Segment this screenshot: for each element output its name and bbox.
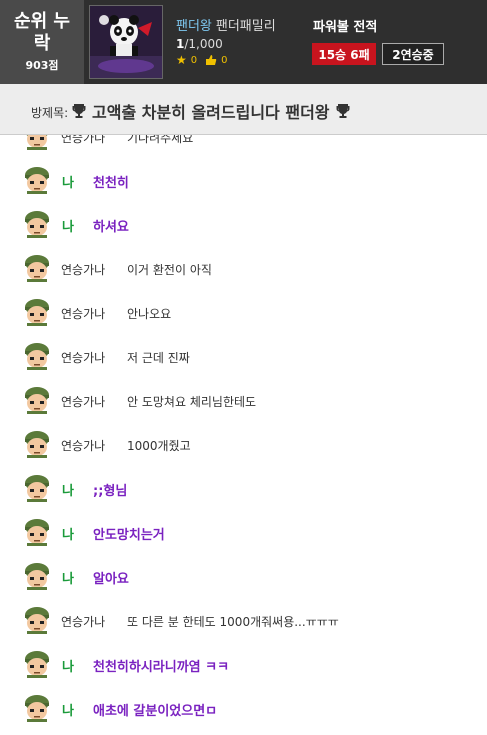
thumbs-up-icon: [206, 55, 217, 65]
room-title: 고액출 차분히 올려드립니다 팬더왕: [72, 99, 350, 123]
message-text: 기다려주세요: [127, 135, 194, 145]
star-count: 0: [190, 54, 198, 66]
message-sender[interactable]: 연승가나: [61, 261, 105, 278]
message-sender[interactable]: 연승가나: [61, 437, 105, 454]
soldier-face-icon[interactable]: [23, 562, 51, 590]
level-progress: 1/1,000: [176, 37, 223, 51]
level-rest: /1,000: [184, 37, 223, 51]
powerball-record-title: 파워볼 전적: [313, 20, 378, 35]
rank-box: 순위 누락 903점: [0, 0, 84, 84]
message-text: 하셔요: [93, 220, 129, 235]
chat-message: 연승가나 안나오요: [0, 298, 487, 328]
message-sender[interactable]: 연승가나: [61, 393, 105, 410]
chat-message: 연승가나 저 근데 진짜: [0, 342, 487, 372]
streak-badge: 2연승중: [382, 43, 444, 65]
chat-message: 나 애초에 갈분이었으면ㅁ: [0, 694, 487, 724]
trophy-icon: [336, 104, 350, 118]
stat-line: ★ 0 0: [176, 53, 228, 67]
rank-label: 순위 누락: [14, 11, 70, 54]
nickname[interactable]: 팬더왕: [176, 19, 212, 34]
soldier-face-icon[interactable]: [23, 430, 51, 458]
chat-message: 나 안도망치는거: [0, 518, 487, 548]
message-sender[interactable]: 나: [62, 524, 74, 543]
soldier-face-icon[interactable]: [23, 210, 51, 238]
chat-message: 연승가나 안 도망쳐요 체리님한테도: [0, 386, 487, 416]
message-sender[interactable]: 연승가나: [61, 349, 105, 366]
chat-message: 나 ;;형님: [0, 474, 487, 504]
message-text: 안 도망쳐요 체리님한테도: [127, 395, 257, 409]
room-title-label: 방제목:: [31, 106, 69, 120]
message-text: 안도망치는거: [93, 528, 165, 543]
chat-message: 연승가나 1000개줬고: [0, 430, 487, 460]
room-title-text: 고액출 차분히 올려드립니다 팬더왕: [92, 103, 330, 122]
soldier-face-icon[interactable]: [23, 474, 51, 502]
soldier-face-icon[interactable]: [23, 650, 51, 678]
soldier-face-icon[interactable]: [23, 298, 51, 326]
chat-message: 연승가나 또 다른 분 한테도 1000개줘써용...ㅠㅠㅠ: [0, 606, 487, 636]
chat-log[interactable]: 연승가나 기다려주세요 나 천천히 나 하셔요 연승가나 이거 환전이 아직 연승가나 안나오요 연…: [0, 135, 487, 735]
message-sender[interactable]: 나: [62, 216, 74, 235]
like-count: 0: [221, 54, 228, 66]
message-text: 저 근데 진짜: [127, 351, 190, 365]
message-text: 또 다른 분 한테도 1000개줘써용...ㅠㅠㅠ: [127, 615, 339, 629]
chat-message: 나 알아요: [0, 562, 487, 592]
user-name[interactable]: 팬더왕 팬더패밀리: [176, 15, 276, 34]
message-text: 애초에 갈분이었으면ㅁ: [93, 704, 218, 719]
message-sender[interactable]: 연승가나: [61, 305, 105, 322]
soldier-face-icon[interactable]: [23, 694, 51, 722]
message-text: 천천히하시라니까염 ㅋㅋ: [93, 660, 230, 675]
soldier-face-icon[interactable]: [23, 342, 51, 370]
message-text: 이거 환전이 아직: [127, 263, 212, 277]
chat-message: 나 천천히하시라니까염 ㅋㅋ: [0, 650, 487, 680]
soldier-face-icon[interactable]: [23, 135, 51, 150]
message-text: 알아요: [93, 572, 129, 587]
panda-avatar-icon: [90, 6, 162, 78]
message-sender[interactable]: 나: [62, 480, 74, 499]
message-sender[interactable]: 나: [62, 700, 74, 719]
profile-avatar[interactable]: [89, 5, 163, 79]
soldier-face-icon[interactable]: [23, 386, 51, 414]
message-sender[interactable]: 나: [62, 568, 74, 587]
soldier-face-icon[interactable]: [23, 254, 51, 282]
trophy-icon: [72, 104, 86, 118]
message-text: 안나오요: [127, 307, 172, 321]
star-icon: ★: [176, 53, 187, 67]
room-title-bar: 방제목: 고액출 차분히 올려드립니다 팬더왕: [0, 84, 487, 135]
chat-message: 나 하셔요: [0, 210, 487, 240]
rank-value: 903점: [25, 59, 59, 72]
win-loss-badge: 15승 6패: [312, 43, 376, 65]
message-text: ;;형님: [93, 484, 128, 499]
soldier-face-icon[interactable]: [23, 518, 51, 546]
chat-message: 연승가나 기다려주세요: [0, 135, 487, 152]
message-sender[interactable]: 연승가나: [61, 613, 105, 630]
message-sender[interactable]: 나: [62, 172, 74, 191]
message-sender[interactable]: 나: [62, 656, 74, 675]
soldier-face-icon[interactable]: [23, 606, 51, 634]
chat-message: 연승가나 이거 환전이 아직: [0, 254, 487, 284]
guild-name[interactable]: 팬더패밀리: [216, 19, 276, 34]
message-text: 천천히: [93, 176, 129, 191]
soldier-face-icon[interactable]: [23, 166, 51, 194]
message-sender[interactable]: 연승가나: [61, 135, 105, 146]
chat-message: 나 천천히: [0, 166, 487, 196]
profile-header: 순위 누락 903점 팬더왕 팬더패밀리 1/1,000 ★ 0 0 파워볼 전…: [0, 0, 487, 84]
message-text: 1000개줬고: [127, 439, 191, 453]
